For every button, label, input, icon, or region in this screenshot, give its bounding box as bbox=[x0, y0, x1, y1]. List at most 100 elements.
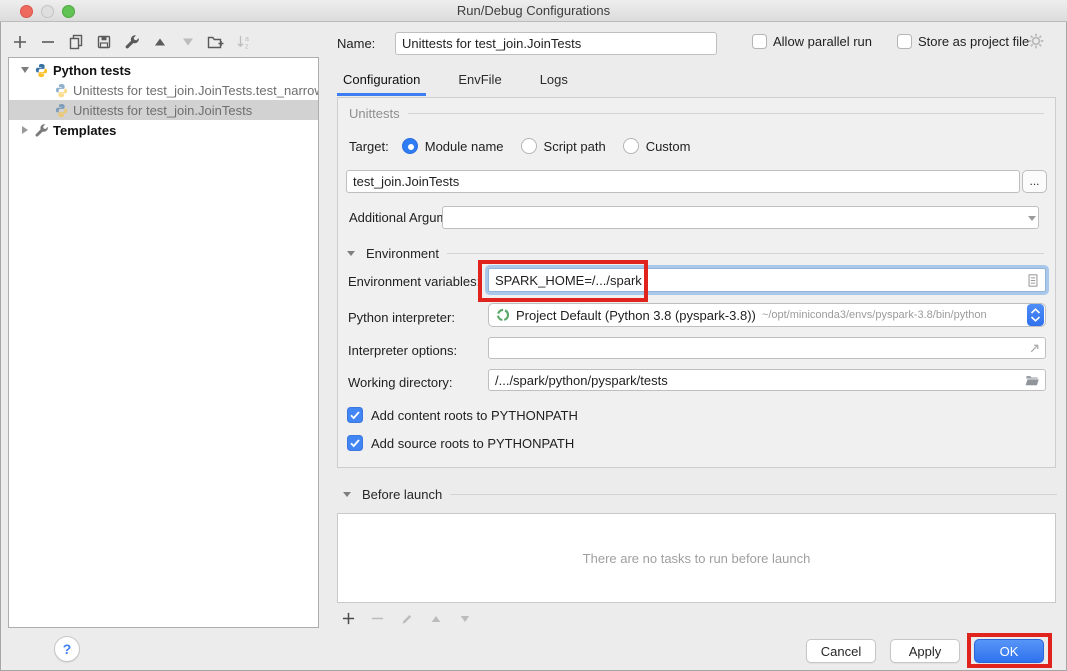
tree-item-unittest-narrow[interactable]: Unittests for test_join.JoinTests.test_n… bbox=[9, 80, 318, 100]
radio-unselected-icon bbox=[623, 138, 639, 154]
tree-item-python-tests[interactable]: Python tests bbox=[9, 60, 318, 80]
new-folder-icon[interactable] bbox=[207, 33, 224, 50]
unittests-group-header: Unittests bbox=[349, 106, 1044, 121]
config-tabs: Configuration EnvFile Logs bbox=[337, 64, 574, 96]
move-task-up-icon[interactable] bbox=[427, 610, 444, 627]
add-content-roots-checkbox[interactable]: Add content roots to PYTHONPATH bbox=[347, 407, 578, 423]
python-test-config-icon bbox=[53, 102, 69, 118]
environment-variables-label: Environment variables: bbox=[348, 274, 480, 289]
working-directory-label: Working directory: bbox=[348, 375, 453, 390]
zoom-window-button[interactable] bbox=[62, 5, 75, 18]
interpreter-options-input[interactable] bbox=[488, 337, 1046, 359]
radio-module-name[interactable]: Module name bbox=[402, 138, 504, 154]
add-source-roots-checkbox[interactable]: Add source roots to PYTHONPATH bbox=[347, 435, 574, 451]
edit-templates-wrench-icon[interactable] bbox=[123, 33, 140, 50]
checkbox-unchecked-icon bbox=[752, 34, 767, 49]
radio-custom[interactable]: Custom bbox=[623, 138, 691, 154]
configuration-panel: Unittests Target: Module name Script pat… bbox=[337, 97, 1056, 468]
divider bbox=[447, 253, 1044, 254]
templates-wrench-icon bbox=[33, 122, 49, 138]
move-up-icon[interactable] bbox=[151, 33, 168, 50]
tree-item-label: Templates bbox=[53, 123, 116, 138]
environment-variables-field[interactable] bbox=[488, 268, 1046, 292]
apply-button[interactable]: Apply bbox=[890, 639, 960, 663]
checkbox-unchecked-icon bbox=[897, 34, 912, 49]
run-configurations-tree: Python tests Unittests for test_join.Joi… bbox=[8, 57, 319, 628]
sort-alphabetically-icon[interactable]: a z bbox=[235, 33, 252, 50]
title-bar: Run/Debug Configurations bbox=[0, 0, 1067, 22]
gear-icon[interactable] bbox=[1027, 32, 1045, 50]
move-task-down-icon[interactable] bbox=[456, 610, 473, 627]
interpreter-options-label: Interpreter options: bbox=[348, 343, 457, 358]
expand-field-icon[interactable] bbox=[1026, 340, 1042, 356]
before-launch-empty-text: There are no tasks to run before launch bbox=[583, 551, 811, 566]
collapse-arrow-icon[interactable] bbox=[17, 62, 33, 78]
svg-text:a: a bbox=[245, 36, 249, 43]
before-launch-toolbar bbox=[340, 610, 473, 627]
before-launch-title: Before launch bbox=[362, 487, 442, 502]
add-task-icon[interactable] bbox=[340, 610, 357, 627]
tab-envfile[interactable]: EnvFile bbox=[452, 64, 507, 96]
add-content-roots-label: Add content roots to PYTHONPATH bbox=[371, 408, 578, 423]
edit-task-pencil-icon[interactable] bbox=[398, 610, 415, 627]
target-label: Target: bbox=[349, 139, 389, 154]
python-tests-icon bbox=[33, 62, 49, 78]
ok-button[interactable]: OK bbox=[974, 639, 1044, 663]
conda-env-icon bbox=[496, 308, 510, 322]
remove-icon[interactable] bbox=[39, 33, 56, 50]
store-as-project-file-checkbox[interactable]: Store as project file bbox=[897, 34, 1029, 49]
tree-item-label: Unittests for test_join.JoinTests bbox=[73, 103, 252, 118]
allow-parallel-run-label: Allow parallel run bbox=[773, 34, 872, 49]
tree-item-templates[interactable]: Templates bbox=[9, 120, 318, 140]
working-directory-input[interactable] bbox=[488, 369, 1046, 391]
unittests-group-title: Unittests bbox=[349, 106, 400, 121]
tab-logs[interactable]: Logs bbox=[534, 64, 574, 96]
collapse-arrow-icon[interactable] bbox=[343, 492, 351, 497]
before-launch-header: Before launch bbox=[343, 487, 1057, 502]
divider bbox=[450, 494, 1057, 495]
remove-task-icon[interactable] bbox=[369, 610, 386, 627]
tree-item-unittest-jointests-selected[interactable]: Unittests for test_join.JoinTests bbox=[9, 100, 318, 120]
checkbox-checked-icon bbox=[347, 435, 363, 451]
help-question-icon: ? bbox=[63, 641, 72, 657]
add-icon[interactable] bbox=[11, 33, 28, 50]
radio-label: Custom bbox=[646, 139, 691, 154]
close-window-button[interactable] bbox=[20, 5, 33, 18]
move-down-icon[interactable] bbox=[179, 33, 196, 50]
radio-unselected-icon bbox=[521, 138, 537, 154]
run-config-toolbar: a z bbox=[11, 33, 252, 50]
window-title: Run/Debug Configurations bbox=[457, 3, 610, 18]
name-label: Name: bbox=[337, 36, 375, 51]
chevron-down-icon[interactable] bbox=[1024, 210, 1040, 226]
python-interpreter-label: Python interpreter: bbox=[348, 310, 455, 325]
environment-variables-input[interactable] bbox=[495, 273, 1025, 288]
name-input[interactable] bbox=[395, 32, 717, 55]
additional-arguments-input[interactable] bbox=[442, 206, 1039, 229]
python-test-config-icon bbox=[53, 82, 69, 98]
folder-icon[interactable] bbox=[1024, 372, 1040, 388]
radio-label: Script path bbox=[544, 139, 606, 154]
radio-script-path[interactable]: Script path bbox=[521, 138, 606, 154]
copy-icon[interactable] bbox=[67, 33, 84, 50]
add-source-roots-label: Add source roots to PYTHONPATH bbox=[371, 436, 574, 451]
dropdown-stepper-icon[interactable] bbox=[1027, 304, 1044, 326]
svg-text:z: z bbox=[245, 43, 249, 50]
browse-variables-list-icon[interactable] bbox=[1025, 272, 1041, 288]
store-as-project-file-label: Store as project file bbox=[918, 34, 1029, 49]
tab-configuration[interactable]: Configuration bbox=[337, 64, 426, 96]
python-interpreter-value: Project Default (Python 3.8 (pyspark-3.8… bbox=[516, 308, 756, 323]
collapse-arrow-icon[interactable] bbox=[347, 251, 355, 256]
help-button[interactable]: ? bbox=[54, 636, 80, 662]
minimize-window-button[interactable] bbox=[41, 5, 54, 18]
cancel-button[interactable]: Cancel bbox=[806, 639, 876, 663]
environment-section-header: Environment bbox=[347, 246, 1044, 261]
save-icon[interactable] bbox=[95, 33, 112, 50]
module-name-input[interactable] bbox=[346, 170, 1020, 193]
before-launch-task-list: There are no tasks to run before launch bbox=[337, 513, 1056, 603]
expand-arrow-icon[interactable] bbox=[17, 122, 33, 138]
target-row: Target: Module name Script path Custom bbox=[349, 138, 707, 154]
environment-section-title: Environment bbox=[366, 246, 439, 261]
allow-parallel-run-checkbox[interactable]: Allow parallel run bbox=[752, 34, 872, 49]
browse-button[interactable]: ... bbox=[1022, 170, 1047, 193]
python-interpreter-dropdown[interactable]: Project Default (Python 3.8 (pyspark-3.8… bbox=[488, 303, 1046, 327]
